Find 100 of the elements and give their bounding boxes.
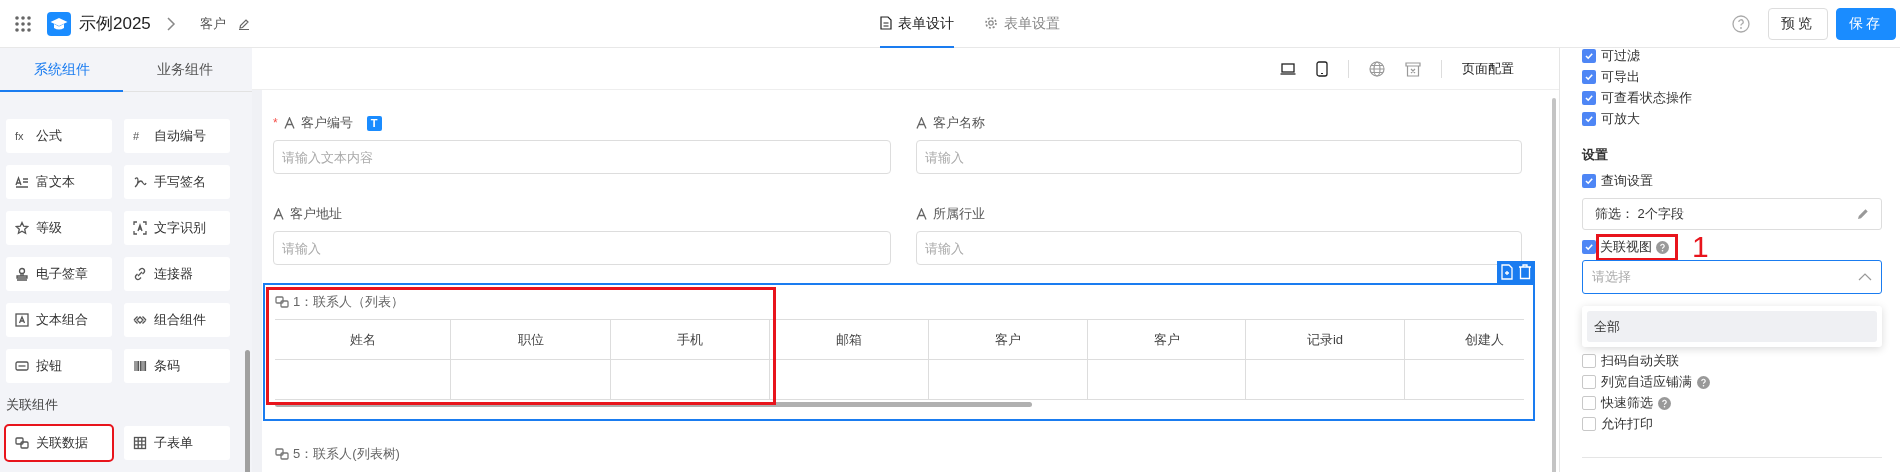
checkbox[interactable] bbox=[1582, 90, 1596, 105]
laptop-icon bbox=[1280, 61, 1296, 76]
page-config-button[interactable]: 页面配置 bbox=[1462, 58, 1514, 79]
component-item[interactable]: # 自动编号 bbox=[124, 119, 230, 153]
checkbox-label: 关联视图 bbox=[1600, 238, 1652, 257]
checkbox-label: 可放大 bbox=[1601, 109, 1640, 128]
trash-icon bbox=[1518, 264, 1532, 280]
field-label: 客户地址 bbox=[290, 205, 342, 224]
field-label: 客户名称 bbox=[933, 114, 985, 133]
text-field-icon bbox=[916, 208, 927, 220]
checkbox-label: 扫码自动关联 bbox=[1601, 352, 1679, 371]
input-field[interactable]: 请输入文本内容 bbox=[273, 140, 891, 174]
component-item[interactable]: 电子签章 bbox=[6, 257, 112, 291]
step-number: 1 bbox=[1692, 232, 1709, 262]
component-item[interactable]: 按钮 bbox=[6, 349, 112, 383]
help-icon bbox=[1697, 375, 1710, 389]
help-icon bbox=[1732, 14, 1750, 33]
app-name: 示例2025 bbox=[79, 12, 151, 35]
pencil-icon bbox=[1857, 207, 1869, 220]
table-icon bbox=[133, 435, 147, 450]
pencil-icon bbox=[237, 17, 250, 30]
sidebar-tab[interactable]: 系统组件 bbox=[0, 48, 123, 92]
help-icon bbox=[1658, 396, 1671, 410]
text-field-icon bbox=[916, 117, 927, 129]
component-item[interactable]: 文本组合 bbox=[6, 303, 112, 337]
checkbox[interactable] bbox=[1582, 396, 1596, 410]
input-field[interactable]: 请输入 bbox=[916, 140, 1522, 174]
scrollbar-thumb[interactable] bbox=[275, 402, 1032, 407]
linked-squares-icon bbox=[15, 435, 29, 450]
input-field[interactable]: 请输入 bbox=[916, 231, 1522, 265]
apps-grid-icon bbox=[15, 15, 31, 32]
linked-squares-icon bbox=[275, 447, 289, 461]
section-title: 1：联系人（列表） bbox=[293, 293, 405, 312]
preview-button[interactable]: 预览 bbox=[1768, 7, 1828, 40]
field-label: 客户编号 bbox=[300, 114, 353, 133]
component-item[interactable]: 文字识别 bbox=[124, 211, 230, 245]
copy-file-icon bbox=[1500, 264, 1514, 280]
text-field-icon bbox=[283, 117, 295, 129]
help-icon bbox=[1656, 240, 1669, 254]
component-icon: # bbox=[133, 127, 147, 145]
checkbox-label: 快速筛选 bbox=[1601, 394, 1653, 413]
section-heading: 关联组件 bbox=[5, 396, 59, 414]
checkbox-label: 可导出 bbox=[1601, 67, 1640, 86]
component-item[interactable]: 手写签名 bbox=[124, 165, 230, 199]
checkbox-label: 查询设置 bbox=[1601, 172, 1653, 191]
link-icon bbox=[133, 267, 147, 281]
phone-icon bbox=[1316, 60, 1328, 77]
component-item[interactable]: 组合组件 bbox=[124, 303, 230, 337]
checkbox-label: 列宽自适应铺满 bbox=[1601, 373, 1692, 392]
signature-icon bbox=[133, 175, 147, 189]
dropdown-option[interactable]: 全部 bbox=[1587, 311, 1877, 342]
component-icon: fx bbox=[15, 127, 29, 145]
graduation-cap-icon bbox=[47, 11, 71, 36]
component-item[interactable]: 连接器 bbox=[124, 257, 230, 291]
tab[interactable]: 表单设置 bbox=[984, 0, 1060, 48]
component-item[interactable]: fx 公式 bbox=[6, 119, 112, 153]
filter-summary: 筛选： 2个字段 bbox=[1595, 204, 1684, 223]
section-heading: 设置 bbox=[1582, 146, 1609, 164]
checkbox[interactable] bbox=[1582, 375, 1596, 389]
component-item[interactable]: 条码 bbox=[124, 349, 230, 383]
button-icon bbox=[15, 359, 29, 373]
scrollbar-thumb[interactable] bbox=[1552, 98, 1556, 472]
component-item[interactable]: 富文本 bbox=[6, 165, 112, 199]
tab[interactable]: 表单设计 bbox=[880, 0, 954, 48]
checkbox[interactable] bbox=[1582, 69, 1596, 84]
check-icon bbox=[1584, 176, 1594, 186]
checkbox-label: 可查看状态操作 bbox=[1601, 88, 1692, 107]
star-icon bbox=[15, 221, 29, 235]
text-type-badge: T bbox=[366, 115, 382, 131]
checkbox[interactable] bbox=[1582, 48, 1596, 63]
text-field-icon bbox=[273, 208, 284, 220]
globe-icon bbox=[1369, 60, 1385, 77]
scrollbar-thumb[interactable] bbox=[245, 350, 250, 472]
check-icon bbox=[1584, 92, 1594, 103]
input-field[interactable]: 请输入 bbox=[273, 231, 891, 265]
stamp-icon bbox=[15, 267, 29, 281]
checkbox[interactable] bbox=[1582, 417, 1596, 431]
component-item[interactable]: 关联数据 bbox=[6, 425, 112, 460]
checkbox[interactable] bbox=[1582, 174, 1596, 188]
check-icon bbox=[1584, 242, 1594, 252]
checkbox-label: 允许打印 bbox=[1601, 415, 1653, 434]
sidebar-tab[interactable]: 业务组件 bbox=[123, 48, 246, 92]
checkbox[interactable] bbox=[1582, 111, 1596, 126]
page-title: 客户 bbox=[199, 14, 226, 33]
trash-bin-icon bbox=[1405, 60, 1421, 77]
component-item[interactable]: 子表单 bbox=[124, 425, 230, 460]
barcode-icon bbox=[133, 359, 147, 373]
check-icon bbox=[1584, 113, 1594, 124]
chevron-up-icon bbox=[1858, 272, 1872, 281]
section-title: 5：联系人(列表树) bbox=[293, 445, 400, 464]
checkbox-label: 可过滤 bbox=[1601, 46, 1640, 65]
required-asterisk: * bbox=[273, 115, 278, 132]
checkbox[interactable] bbox=[1582, 354, 1596, 368]
component-item[interactable]: 等级 bbox=[6, 211, 112, 245]
checkbox[interactable] bbox=[1582, 240, 1596, 254]
check-icon bbox=[1584, 50, 1594, 61]
document-icon bbox=[880, 16, 892, 30]
rich-text-icon bbox=[15, 175, 29, 189]
scan-icon bbox=[133, 221, 147, 235]
field-label: 所属行业 bbox=[933, 205, 985, 224]
